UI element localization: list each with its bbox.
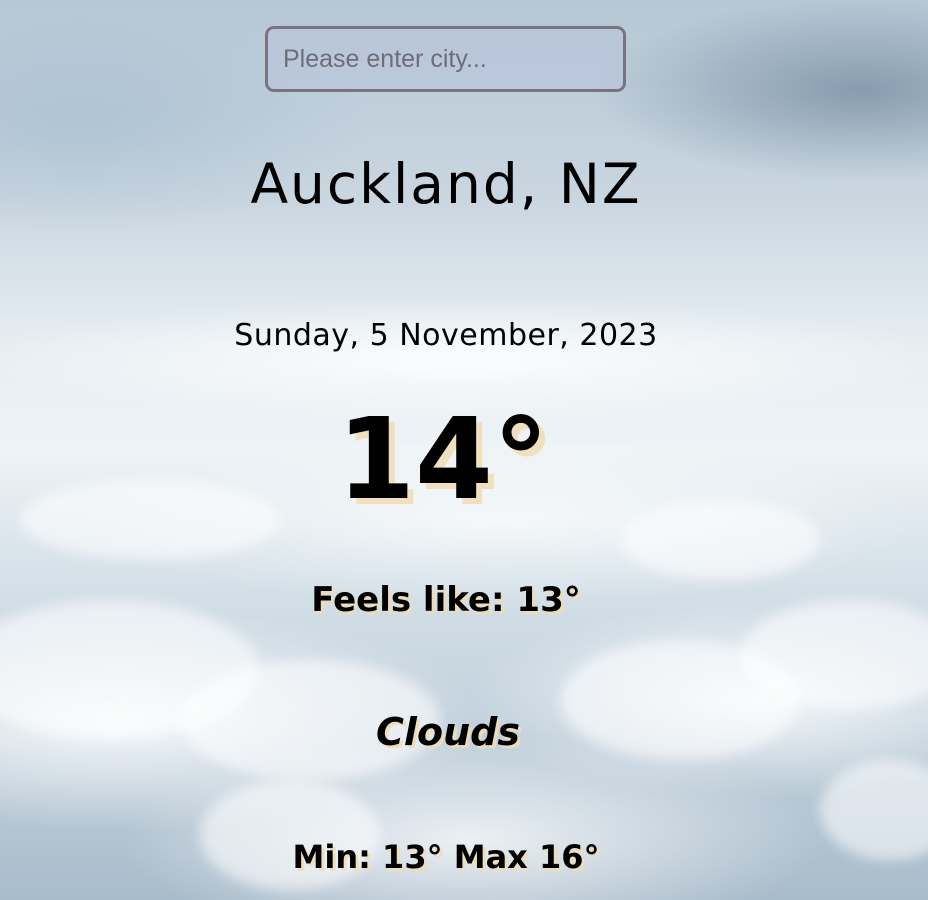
- search-box: [265, 26, 626, 92]
- feels-like: Feels like: 13°: [311, 580, 581, 620]
- current-temperature: 14°: [337, 395, 549, 525]
- city-name: Auckland, NZ: [250, 152, 642, 216]
- city-search-input[interactable]: [265, 26, 626, 92]
- min-max-temperature: Min: 13° Max 16°: [292, 838, 600, 876]
- current-date: Sunday, 5 November, 2023: [234, 318, 658, 353]
- weather-condition: Clouds: [376, 710, 520, 754]
